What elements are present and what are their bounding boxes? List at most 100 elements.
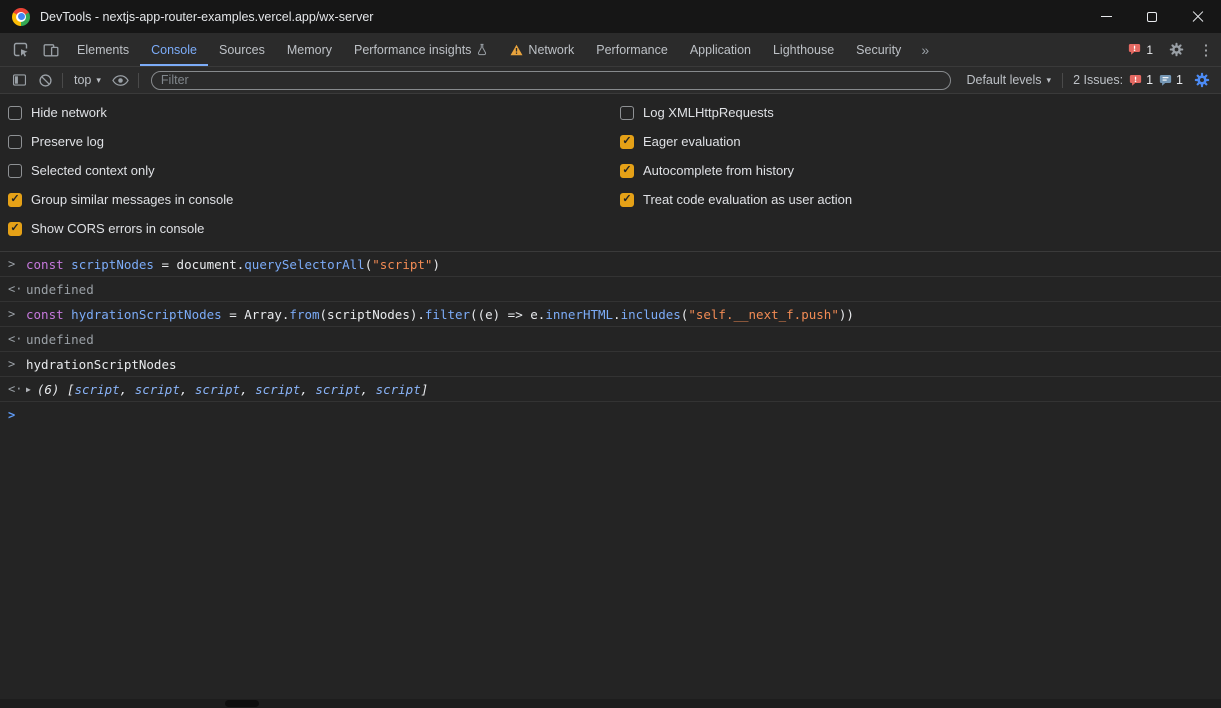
console-settings-button[interactable] <box>1189 67 1215 93</box>
console-sidebar-toggle-button[interactable] <box>6 67 32 93</box>
sidebar-panel-icon <box>12 73 27 87</box>
chevron-down-icon: ▾ <box>1047 75 1052 86</box>
setting-label: Group similar messages in console <box>31 192 233 207</box>
setting-label: Preserve log <box>31 134 104 149</box>
tab-label: Performance insights <box>354 43 471 57</box>
tab-label: Application <box>690 43 751 57</box>
maximize-button[interactable] <box>1129 0 1175 33</box>
device-toolbar-button[interactable] <box>36 33 66 66</box>
chevron-double-right-icon: » <box>921 42 929 58</box>
tab-label: Security <box>856 43 901 57</box>
error-count: 1 <box>1146 43 1153 57</box>
tab-lighthouse[interactable]: Lighthouse <box>762 33 845 66</box>
close-icon <box>1192 11 1204 23</box>
expand-triangle-icon[interactable]: ▶ <box>26 385 31 394</box>
tab-label: Network <box>528 43 574 57</box>
checked-checkbox[interactable] <box>8 193 22 207</box>
window-controls <box>1083 0 1221 33</box>
context-selector[interactable]: top ▾ <box>67 73 108 87</box>
command-chevron-icon: > <box>8 257 26 271</box>
tab-security[interactable]: Security <box>845 33 912 66</box>
tab-performance-insights[interactable]: Performance insights <box>343 33 499 66</box>
error-bubble-icon <box>1129 74 1142 87</box>
setting-hide-network[interactable]: Hide network <box>8 98 612 127</box>
setting-treat-code-evaluation-as-user-action[interactable]: Treat code evaluation as user action <box>620 185 1221 214</box>
window-title: DevTools - nextjs-app-router-examples.ve… <box>40 10 373 24</box>
setting-group-similar-messages-in-console[interactable]: Group similar messages in console <box>8 185 612 214</box>
result-arrow-icon: <· <box>8 382 26 396</box>
result-arrow-icon: <· <box>8 332 26 346</box>
minimize-button[interactable] <box>1083 0 1129 33</box>
setting-selected-context-only[interactable]: Selected context only <box>8 156 612 185</box>
setting-label: Autocomplete from history <box>643 163 794 178</box>
divider <box>1062 73 1063 88</box>
live-expression-button[interactable] <box>108 67 134 93</box>
unchecked-checkbox[interactable] <box>620 106 634 120</box>
tab-network[interactable]: Network <box>499 33 585 66</box>
setting-log-xmlhttprequests[interactable]: Log XMLHttpRequests <box>620 98 1221 127</box>
filter-input[interactable] <box>151 71 952 90</box>
tab-label: Lighthouse <box>773 43 834 57</box>
issues-counter[interactable]: 2 Issues: 1 1 <box>1067 73 1189 87</box>
checked-checkbox[interactable] <box>620 193 634 207</box>
console-toolbar: top ▾ Default levels ▾ 2 Issues: 1 <box>0 67 1221 94</box>
tabbar-left-icons <box>0 33 66 66</box>
more-options-button[interactable]: ⋮ <box>1191 33 1221 66</box>
checked-checkbox[interactable] <box>8 222 22 236</box>
console-text: (6) [script, script, script, script, scr… <box>37 382 428 397</box>
tab-performance[interactable]: Performance <box>585 33 679 66</box>
unchecked-checkbox[interactable] <box>8 135 22 149</box>
setting-autocomplete-from-history[interactable]: Autocomplete from history <box>620 156 1221 185</box>
divider <box>62 73 63 88</box>
command-chevron-icon: > <box>8 307 26 321</box>
tab-elements[interactable]: Elements <box>66 33 140 66</box>
log-levels-value: Default levels <box>966 73 1041 87</box>
setting-eager-evaluation[interactable]: Eager evaluation <box>620 127 1221 156</box>
unchecked-checkbox[interactable] <box>8 106 22 120</box>
console-text: hydrationScriptNodes <box>26 357 177 372</box>
tab-label: Sources <box>219 43 265 57</box>
scrollbar-thumb[interactable] <box>225 700 259 707</box>
console-prompt[interactable]: > <box>0 402 1221 427</box>
issues-badge[interactable]: 1 <box>1120 33 1161 66</box>
setting-label: Show CORS errors in console <box>31 221 204 236</box>
tab-console[interactable]: Console <box>140 33 208 66</box>
tab-label: Memory <box>287 43 332 57</box>
setting-label: Log XMLHttpRequests <box>643 105 774 120</box>
more-tabs-button[interactable]: » <box>912 33 938 66</box>
console-result-3[interactable]: <·▶ (6) [script, script, script, script, … <box>0 377 1221 402</box>
minimize-icon <box>1101 16 1112 17</box>
unchecked-checkbox[interactable] <box>8 164 22 178</box>
divider <box>138 73 139 88</box>
console-command-1: >const scriptNodes = document.querySelec… <box>0 252 1221 277</box>
checked-checkbox[interactable] <box>620 135 634 149</box>
setting-label: Treat code evaluation as user action <box>643 192 852 207</box>
kebab-menu-icon: ⋮ <box>1199 41 1214 59</box>
gear-icon-active <box>1194 72 1210 88</box>
tab-label: Elements <box>77 43 129 57</box>
setting-preserve-log[interactable]: Preserve log <box>8 127 612 156</box>
clear-console-button[interactable] <box>32 67 58 93</box>
settings-col-left: Hide network Preserve log Selected context… <box>0 98 612 243</box>
settings-col-right: Log XMLHttpRequests Eager evaluation Autoc… <box>612 98 1221 243</box>
gear-icon <box>1169 42 1184 57</box>
context-selector-value: top <box>74 73 91 87</box>
console-text: const hydrationScriptNodes = Array.from(… <box>26 307 854 322</box>
tab-memory[interactable]: Memory <box>276 33 343 66</box>
issue-badge-info: 1 <box>1159 73 1183 87</box>
tab-application[interactable]: Application <box>679 33 762 66</box>
setting-show-cors-errors-in-console[interactable]: Show CORS errors in console <box>8 214 612 243</box>
console-text: const scriptNodes = document.querySelect… <box>26 257 440 272</box>
inspect-element-button[interactable] <box>6 33 36 66</box>
close-button[interactable] <box>1175 0 1221 33</box>
horizontal-scrollbar[interactable] <box>0 699 1221 708</box>
tab-sources[interactable]: Sources <box>208 33 276 66</box>
settings-gear-button[interactable] <box>1161 33 1191 66</box>
console-result-1: <·undefined <box>0 277 1221 302</box>
console-command-3: >hydrationScriptNodes <box>0 352 1221 377</box>
console-messages: >const scriptNodes = document.querySelec… <box>0 252 1221 427</box>
checked-checkbox[interactable] <box>620 164 634 178</box>
console-settings-panel: Hide network Preserve log Selected context… <box>0 94 1221 252</box>
issues-label: 2 Issues: <box>1073 73 1123 87</box>
log-levels-selector[interactable]: Default levels ▾ <box>959 73 1058 87</box>
